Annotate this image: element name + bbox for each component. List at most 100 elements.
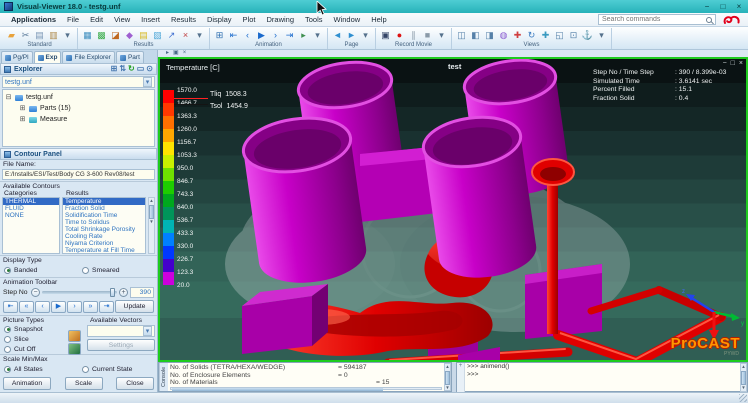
menu-item[interactable]: Window: [329, 14, 366, 25]
scroll-down-icon[interactable]: ▼: [741, 385, 745, 391]
pause-icon[interactable]: ∥: [407, 29, 420, 42]
vectors-combobox[interactable]: ▾: [87, 325, 155, 337]
step-forward-icon[interactable]: ›: [269, 29, 282, 42]
scroll-down-icon[interactable]: ▼: [149, 219, 153, 225]
menu-item[interactable]: Plot: [238, 14, 261, 25]
result-item[interactable]: Total Shrinkage Porosity: [63, 226, 145, 233]
step-back-icon[interactable]: ‹: [241, 29, 254, 42]
chart-icon[interactable]: ▧: [151, 29, 164, 42]
contour-bands-icon[interactable]: ▩: [95, 29, 108, 42]
scale-option[interactable]: All States: [4, 364, 82, 374]
step-value-field[interactable]: 390: [130, 287, 154, 298]
search-icon[interactable]: [706, 17, 712, 23]
scroll-thumb[interactable]: [149, 205, 154, 219]
group-overflow-icon[interactable]: ▾: [435, 29, 448, 42]
first-step-icon[interactable]: ⇤: [3, 301, 18, 313]
next-page-icon[interactable]: ►: [345, 29, 358, 42]
iso-surface-icon[interactable]: ◆: [123, 29, 136, 42]
front-view-icon[interactable]: ◧: [469, 29, 482, 42]
slider-thumb[interactable]: [110, 288, 115, 297]
pan-view-icon[interactable]: ✚: [539, 29, 552, 42]
more-options-icon[interactable]: ⊙: [146, 64, 153, 74]
tree-item[interactable]: ⊟ testg.unf: [5, 92, 152, 103]
tree-item[interactable]: ⊞ Parts (15): [5, 103, 152, 114]
top-view-icon[interactable]: ◨: [483, 29, 496, 42]
scroll-up-icon[interactable]: ▲: [741, 364, 745, 370]
update-button[interactable]: Update: [115, 300, 154, 313]
axes-icon[interactable]: ✚: [511, 29, 524, 42]
group-overflow-icon[interactable]: ▾: [359, 29, 372, 42]
group-overflow-icon[interactable]: ▾: [61, 29, 74, 42]
step-back-icon[interactable]: ‹: [35, 301, 50, 313]
menu-item[interactable]: Insert: [136, 14, 165, 25]
group-overflow-icon[interactable]: ▾: [595, 29, 608, 42]
maximize-icon[interactable]: □: [718, 2, 728, 11]
play-icon[interactable]: ▶: [255, 29, 268, 42]
menu-item[interactable]: Help: [366, 14, 391, 25]
zoom-window-icon[interactable]: ◱: [553, 29, 566, 42]
view-mode-icon[interactable]: ⊞: [111, 64, 118, 74]
file-name-field[interactable]: E:/Installs/ESI/Test/Body CG 3-600 Rev08…: [2, 169, 155, 180]
menu-item[interactable]: File: [62, 14, 84, 25]
result-item[interactable]: Temperature at Fill Time: [63, 247, 145, 254]
scroll-up-icon[interactable]: ▲: [445, 364, 449, 370]
result-item[interactable]: Time to Solidus: [63, 219, 145, 226]
clear-results-icon[interactable]: ×: [179, 29, 192, 42]
rotate-view-icon[interactable]: ↻: [525, 29, 538, 42]
category-item[interactable]: NONE: [3, 212, 59, 219]
play-step-icon[interactable]: ▶: [51, 301, 66, 313]
settings-button[interactable]: Settings: [87, 339, 155, 351]
category-item[interactable]: THERMAL: [3, 198, 59, 205]
fast-forward-icon[interactable]: »: [83, 301, 98, 313]
scroll-thumb[interactable]: [741, 371, 746, 385]
result-item[interactable]: Cooling Rate: [63, 233, 145, 240]
minimize-icon[interactable]: −: [702, 2, 712, 11]
menu-item[interactable]: View: [109, 14, 135, 25]
iso-view-icon[interactable]: ◫: [455, 29, 468, 42]
category-item[interactable]: FLUID: [3, 205, 59, 212]
export-animation-icon[interactable]: ▸: [297, 29, 310, 42]
anchor-icon[interactable]: ⚓: [581, 29, 594, 42]
sort-icon[interactable]: ⇅: [119, 64, 126, 74]
group-overflow-icon[interactable]: ▾: [193, 29, 206, 42]
result-item[interactable]: Solidification Time: [63, 212, 145, 219]
step-forward-icon[interactable]: ›: [67, 301, 82, 313]
viewport-3d[interactable]: y x z Temperature [C] test −□× Step No /…: [158, 57, 748, 362]
restore-view-icon[interactable]: □: [731, 60, 735, 68]
refresh-icon[interactable]: ↻: [128, 64, 135, 74]
section-cut-icon[interactable]: ◪: [109, 29, 122, 42]
tab-part[interactable]: Part: [116, 51, 144, 63]
step-increase-icon[interactable]: +: [119, 288, 128, 297]
result-item[interactable]: Niyama Criterion: [63, 240, 145, 247]
pin-panel-icon[interactable]: ▸: [166, 50, 169, 57]
menu-item[interactable]: Drawing: [261, 14, 299, 25]
new-window-icon[interactable]: ▭: [137, 64, 145, 74]
result-item[interactable]: Fraction Solid: [63, 205, 145, 212]
scroll-thumb[interactable]: [172, 388, 383, 391]
camera-icon[interactable]: ▣: [379, 29, 392, 42]
search-input[interactable]: [602, 16, 706, 23]
result-item[interactable]: Temperature: [63, 198, 145, 205]
scale-option[interactable]: Current State: [82, 364, 132, 374]
animation-button[interactable]: Animation: [3, 377, 51, 390]
group-overflow-icon[interactable]: ▾: [311, 29, 324, 42]
legend-icon[interactable]: ▤: [137, 29, 150, 42]
step-decrease-icon[interactable]: −: [31, 288, 40, 297]
menu-item[interactable]: Edit: [85, 14, 108, 25]
horizontal-scrollbar[interactable]: [170, 387, 442, 391]
close-view-icon[interactable]: ×: [739, 60, 743, 68]
cut-icon[interactable]: ✂: [19, 29, 32, 42]
first-frame-icon[interactable]: ⇤: [227, 29, 240, 42]
stop-icon[interactable]: ■: [421, 29, 434, 42]
close-panel-icon[interactable]: ×: [183, 50, 187, 57]
open-results-icon[interactable]: ▦: [81, 29, 94, 42]
last-step-icon[interactable]: ⇥: [99, 301, 114, 313]
scale-button[interactable]: Scale: [65, 377, 103, 390]
resize-grip[interactable]: [739, 394, 747, 402]
menu-item[interactable]: Display: [202, 14, 237, 25]
model-combobox[interactable]: testg.unf▾: [2, 76, 155, 88]
menu-item[interactable]: Applications: [6, 14, 61, 25]
python-scrollbar[interactable]: ▲▼: [740, 363, 747, 392]
paste-icon[interactable]: ▥: [47, 29, 60, 42]
results-scrollbar[interactable]: ▲▼: [148, 197, 155, 254]
